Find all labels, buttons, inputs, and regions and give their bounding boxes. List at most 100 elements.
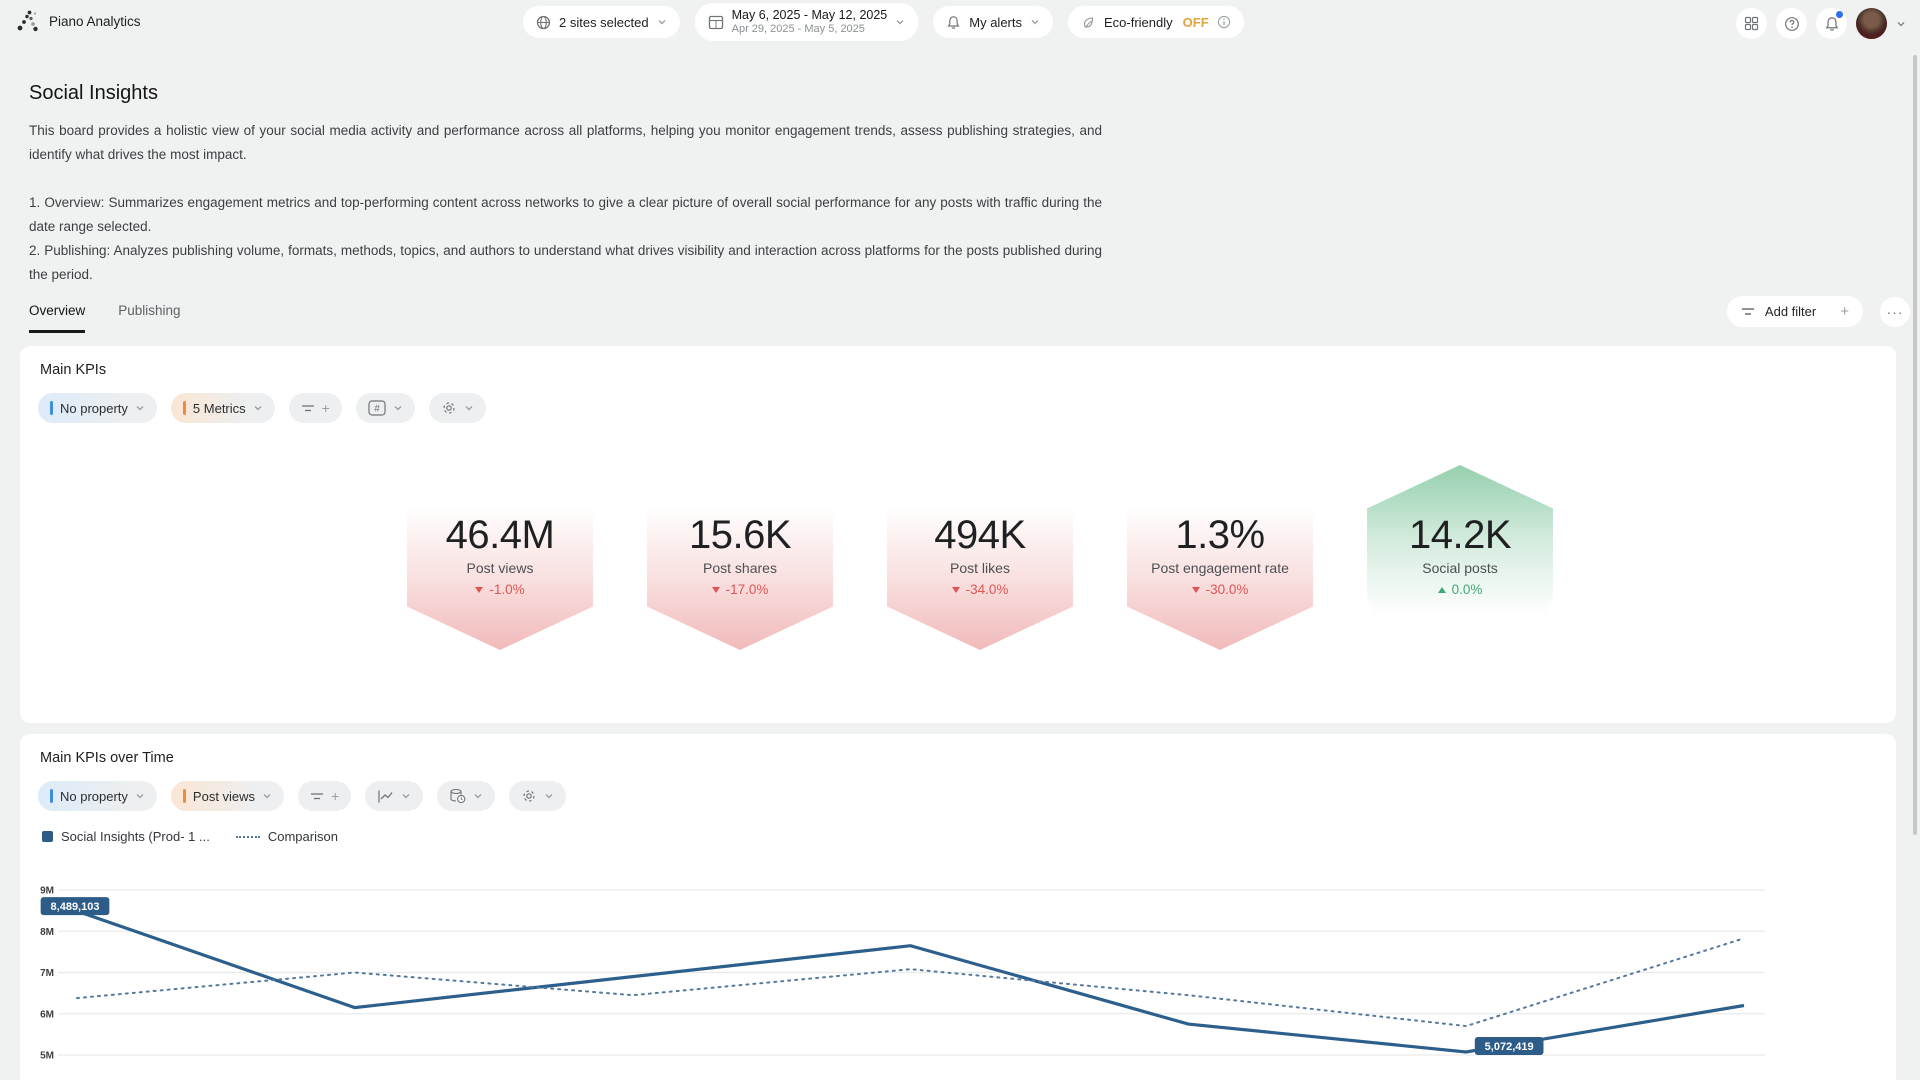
main-kpis-title: Main KPIs	[40, 362, 106, 378]
top-bar: Piano Analytics 2 sites selected May 6, …	[0, 0, 1920, 48]
line-chart-icon	[377, 789, 394, 804]
help-button[interactable]	[1776, 8, 1807, 39]
kpi-card-post-engagement-rate[interactable]: 1.3%Post engagement rate-30.0%	[1127, 500, 1313, 650]
leaf-icon	[1081, 15, 1096, 30]
y-axis-label: 7M	[40, 968, 54, 979]
board-description: This board provides a holistic view of y…	[29, 119, 1102, 167]
settings-button[interactable]	[509, 781, 566, 811]
apps-grid-button[interactable]	[1736, 8, 1767, 39]
user-avatar[interactable]	[1856, 8, 1887, 39]
kpi-card-post-likes[interactable]: 494KPost likes-34.0%	[887, 500, 1073, 650]
metrics-selector[interactable]: 5 Metrics	[171, 393, 275, 423]
gear-icon	[441, 400, 457, 416]
plus-icon: +	[331, 788, 339, 804]
filter-segment-button[interactable]: +	[298, 781, 351, 811]
board-tabs: Overview Publishing	[29, 303, 181, 333]
kpi-delta: -34.0%	[952, 582, 1009, 597]
number-format-icon: #	[368, 400, 386, 416]
chevron-down-icon	[135, 403, 145, 413]
property-selector[interactable]: No property	[38, 781, 157, 811]
sites-selected-label: 2 sites selected	[559, 15, 649, 30]
trend-down-icon	[952, 587, 960, 593]
metric-color-bar	[183, 789, 186, 803]
kpi-delta-value: -17.0%	[726, 582, 769, 597]
y-axis-label: 9M	[40, 886, 54, 897]
legend-label: Social Insights (Prod- 1 ...	[61, 829, 210, 844]
property-selector[interactable]: No property	[38, 393, 157, 423]
chevron-down-icon	[1030, 17, 1040, 27]
kpi-delta-value: -1.0%	[489, 582, 524, 597]
eco-friendly-toggle[interactable]: Eco-friendly OFF	[1068, 6, 1244, 38]
chevron-down-icon	[135, 791, 145, 801]
kpi-label: Post shares	[703, 560, 777, 576]
sites-selector[interactable]: 2 sites selected	[523, 6, 680, 38]
legend-item-series[interactable]: Social Insights (Prod- 1 ...	[42, 829, 210, 844]
kpi-delta: -30.0%	[1192, 582, 1249, 597]
filter-icon	[301, 402, 315, 414]
legend-item-comparison[interactable]: Comparison	[236, 829, 338, 844]
timeseries-chart[interactable]: 9M8M7M6M5M5/6/20255/7/20255/8/20255/9/20…	[20, 860, 1896, 1080]
gear-icon	[521, 788, 537, 804]
filter-segment-button[interactable]: +	[289, 393, 342, 423]
chart-type-selector[interactable]	[365, 781, 423, 811]
chevron-down-icon	[464, 403, 474, 413]
format-selector[interactable]: #	[356, 393, 415, 423]
kpi-card-post-views[interactable]: 46.4MPost views-1.0%	[407, 500, 593, 650]
y-axis-label: 5M	[40, 1051, 54, 1062]
apps-grid-icon	[1744, 16, 1759, 31]
data-point-badge-label: 8,489,103	[51, 901, 100, 913]
kpi-value: 494K	[934, 512, 1025, 558]
piano-analytics-logo	[16, 9, 40, 33]
add-filter-label: Add filter	[1765, 304, 1816, 319]
tab-publishing[interactable]: Publishing	[118, 303, 180, 333]
my-alerts-button[interactable]: My alerts	[933, 6, 1053, 38]
vertical-scrollbar[interactable]	[1913, 55, 1917, 835]
calendar-icon	[708, 14, 724, 30]
trend-down-icon	[712, 587, 720, 593]
my-alerts-label: My alerts	[969, 15, 1022, 30]
chevron-down-icon	[657, 17, 667, 27]
brand-name: Piano Analytics	[49, 14, 141, 29]
dotted-swatch	[236, 836, 260, 838]
bell-icon	[946, 15, 961, 30]
chevron-down-icon	[544, 791, 554, 801]
kpi-card-post-shares[interactable]: 15.6K Post shares -17.0%	[647, 500, 833, 650]
kpi-delta: 0.0%	[1438, 582, 1483, 597]
property-color-bar	[50, 789, 53, 803]
add-filter-button[interactable]: Add filter +	[1727, 296, 1863, 327]
info-icon[interactable]	[1217, 15, 1231, 29]
globe-icon	[536, 15, 551, 30]
settings-button[interactable]	[429, 393, 486, 423]
brand[interactable]: Piano Analytics	[16, 9, 141, 33]
series-swatch	[42, 831, 53, 842]
plus-icon: +	[1840, 303, 1849, 320]
kpi-label: Social posts	[1422, 560, 1497, 576]
data-granularity-button[interactable]	[437, 781, 495, 811]
kpi-card-social-posts[interactable]: 14.2KSocial posts0.0%	[1367, 465, 1553, 615]
metric-selector[interactable]: Post views	[171, 781, 284, 811]
tab-overview[interactable]: Overview	[29, 303, 85, 333]
legend-label: Comparison	[268, 829, 338, 844]
metrics-color-bar	[183, 401, 186, 415]
more-options-button[interactable]: ···	[1880, 297, 1910, 327]
bell-icon	[1824, 16, 1840, 32]
user-menu-chevron-icon[interactable]	[1896, 19, 1906, 29]
notification-dot	[1836, 11, 1843, 18]
filter-icon	[310, 790, 324, 802]
chart-legend: Social Insights (Prod- 1 ... Comparison	[42, 829, 338, 844]
data-point-badge-label: 5,072,419	[1485, 1041, 1534, 1053]
help-icon	[1784, 16, 1800, 32]
main-kpis-card: Main KPIs No property 5 Metrics + #	[20, 346, 1896, 723]
date-range-selector[interactable]: May 6, 2025 - May 12, 2025 Apr 29, 2025 …	[695, 3, 919, 41]
plus-icon: +	[322, 400, 330, 416]
notifications-button[interactable]	[1816, 8, 1847, 39]
description-list-item: 2. Publishing: Analyzes publishing volum…	[29, 239, 1102, 287]
property-selector-label: No property	[60, 789, 128, 804]
board-description-list: 1. Overview: Summarizes engagement metri…	[29, 191, 1102, 287]
y-axis-label: 6M	[40, 1009, 54, 1020]
kpi-value: 15.6K	[689, 512, 791, 558]
date-range-primary: May 6, 2025 - May 12, 2025	[732, 8, 888, 22]
comparison-line	[77, 938, 1744, 1026]
trend-down-icon	[1192, 587, 1200, 593]
date-range-comparison: Apr 29, 2025 - May 5, 2025	[732, 23, 888, 36]
